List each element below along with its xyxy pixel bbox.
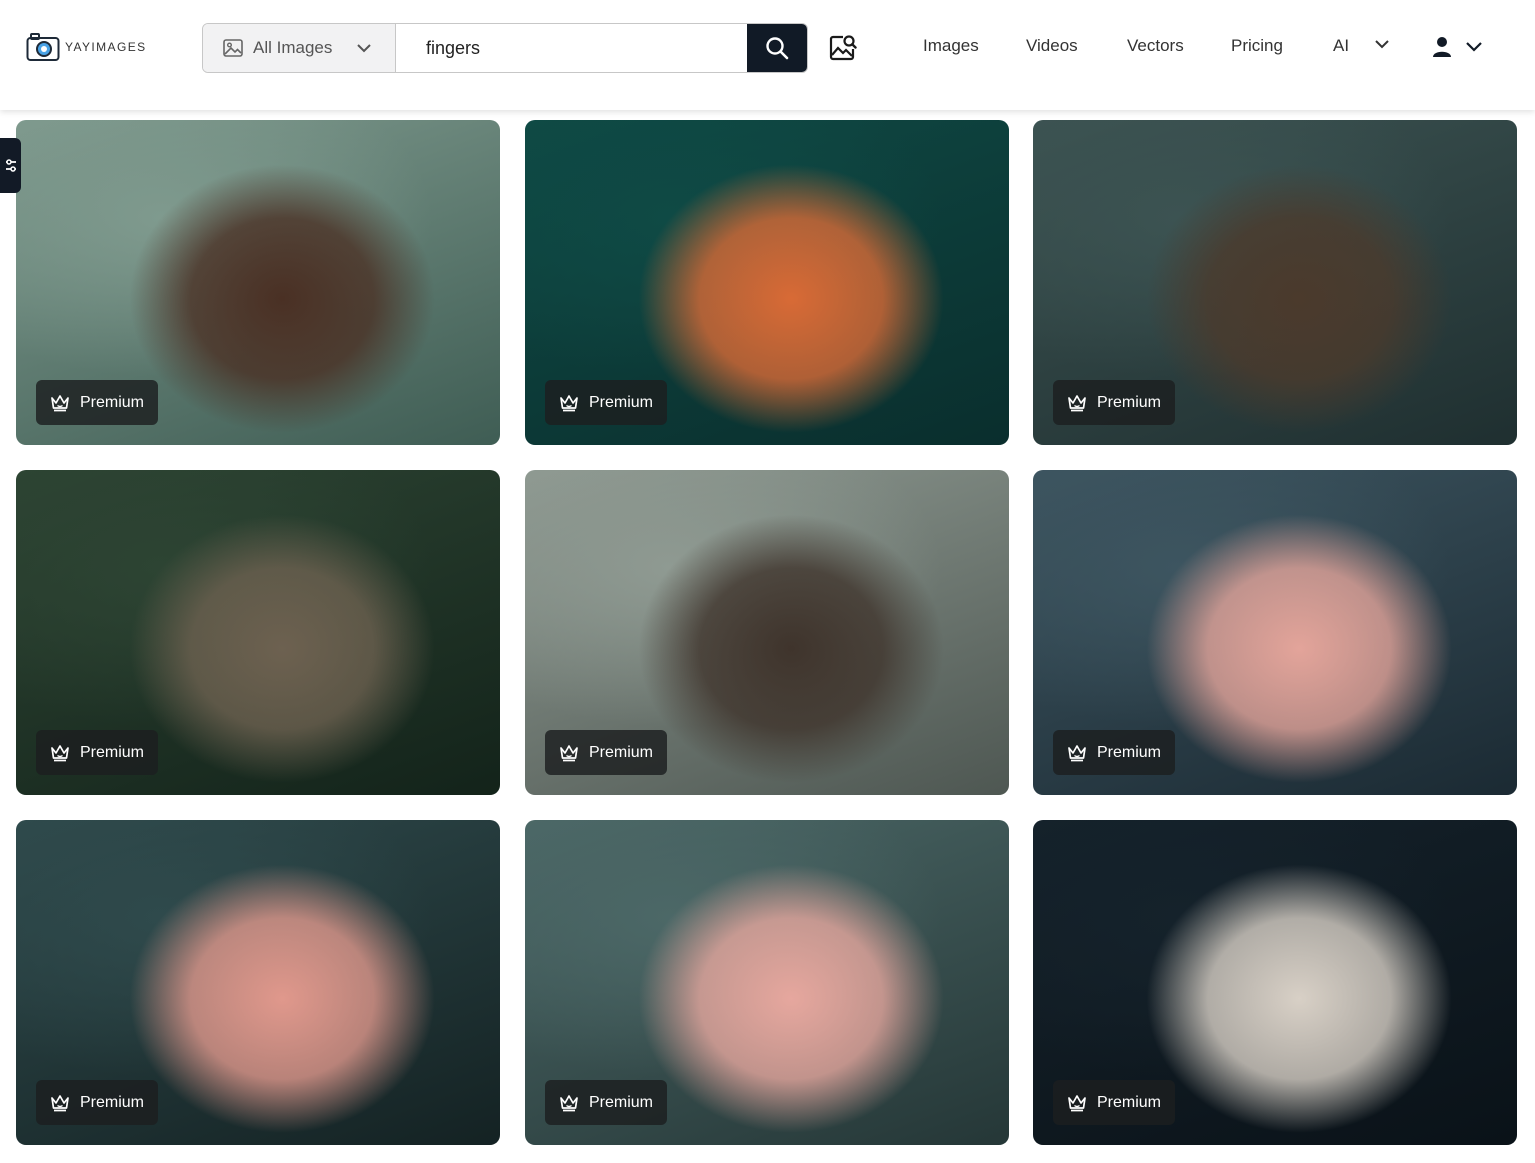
result-image-tile[interactable]: Premium (16, 120, 500, 445)
premium-badge[interactable]: Premium (1053, 380, 1176, 425)
crown-icon (1068, 744, 1086, 761)
result-image-tile[interactable]: Premium (1033, 470, 1517, 795)
crown-icon (51, 744, 69, 761)
premium-label: Premium (589, 393, 654, 411)
account-menu[interactable] (1432, 36, 1482, 58)
premium-badge[interactable]: Premium (1053, 730, 1176, 775)
camera-logo-icon (26, 33, 60, 61)
crown-icon (1068, 1094, 1086, 1111)
crown-icon (51, 394, 69, 411)
chevron-down-icon (1466, 42, 1482, 52)
user-icon (1433, 37, 1451, 57)
premium-badge[interactable]: Premium (36, 1080, 159, 1125)
result-image-tile[interactable]: Premium (525, 470, 1009, 795)
filter-panel-toggle[interactable] (0, 138, 21, 193)
nav-images[interactable]: Images (923, 36, 979, 56)
crown-icon (560, 394, 578, 411)
result-image-tile[interactable]: Premium (1033, 820, 1517, 1145)
filter-icon (5, 158, 16, 172)
nav-videos[interactable]: Videos (1026, 36, 1078, 56)
search-type-label: All Images (253, 38, 333, 57)
premium-badge[interactable]: Premium (545, 1080, 668, 1125)
top-header: YAYIMAGES All Images fingers Images Vide… (0, 0, 1535, 110)
result-image-tile[interactable]: Premium (16, 470, 500, 795)
brand-name: YAYIMAGES (65, 40, 147, 54)
result-image-tile[interactable]: Premium (16, 820, 500, 1145)
premium-label: Premium (80, 1093, 145, 1111)
premium-label: Premium (1097, 743, 1162, 761)
image-search-icon (829, 35, 857, 61)
premium-label: Premium (1097, 1093, 1162, 1111)
premium-label: Premium (80, 743, 145, 761)
crown-icon (560, 1094, 578, 1111)
nav-ai[interactable]: AI (1333, 36, 1349, 56)
premium-badge[interactable]: Premium (545, 380, 668, 425)
nav-vectors[interactable]: Vectors (1127, 36, 1184, 56)
search-icon (766, 37, 789, 60)
result-image-tile[interactable]: Premium (525, 820, 1009, 1145)
search-type-dropdown[interactable]: All Images (203, 24, 396, 72)
crown-icon (1068, 394, 1086, 411)
image-icon (223, 39, 243, 57)
premium-label: Premium (589, 1093, 654, 1111)
visual-search-button[interactable] (829, 33, 857, 66)
crown-icon (51, 1094, 69, 1111)
result-image-tile[interactable]: Premium (1033, 120, 1517, 445)
premium-badge[interactable]: Premium (1053, 1080, 1176, 1125)
premium-badge[interactable]: Premium (36, 730, 159, 775)
premium-badge[interactable]: Premium (36, 380, 159, 425)
crown-icon (560, 744, 578, 761)
search-input[interactable] (396, 24, 747, 72)
result-image-tile[interactable]: Premium (525, 120, 1009, 445)
nav-pricing[interactable]: Pricing (1231, 36, 1283, 56)
premium-badge[interactable]: Premium (545, 730, 668, 775)
chevron-down-icon (357, 43, 371, 52)
brand-logo[interactable]: YAYIMAGES (26, 32, 147, 62)
premium-label: Premium (1097, 393, 1162, 411)
chevron-down-icon[interactable] (1375, 40, 1389, 49)
premium-label: Premium (589, 743, 654, 761)
search-button[interactable] (747, 24, 807, 72)
premium-label: Premium (80, 393, 145, 411)
search-bar: All Images (202, 23, 808, 73)
